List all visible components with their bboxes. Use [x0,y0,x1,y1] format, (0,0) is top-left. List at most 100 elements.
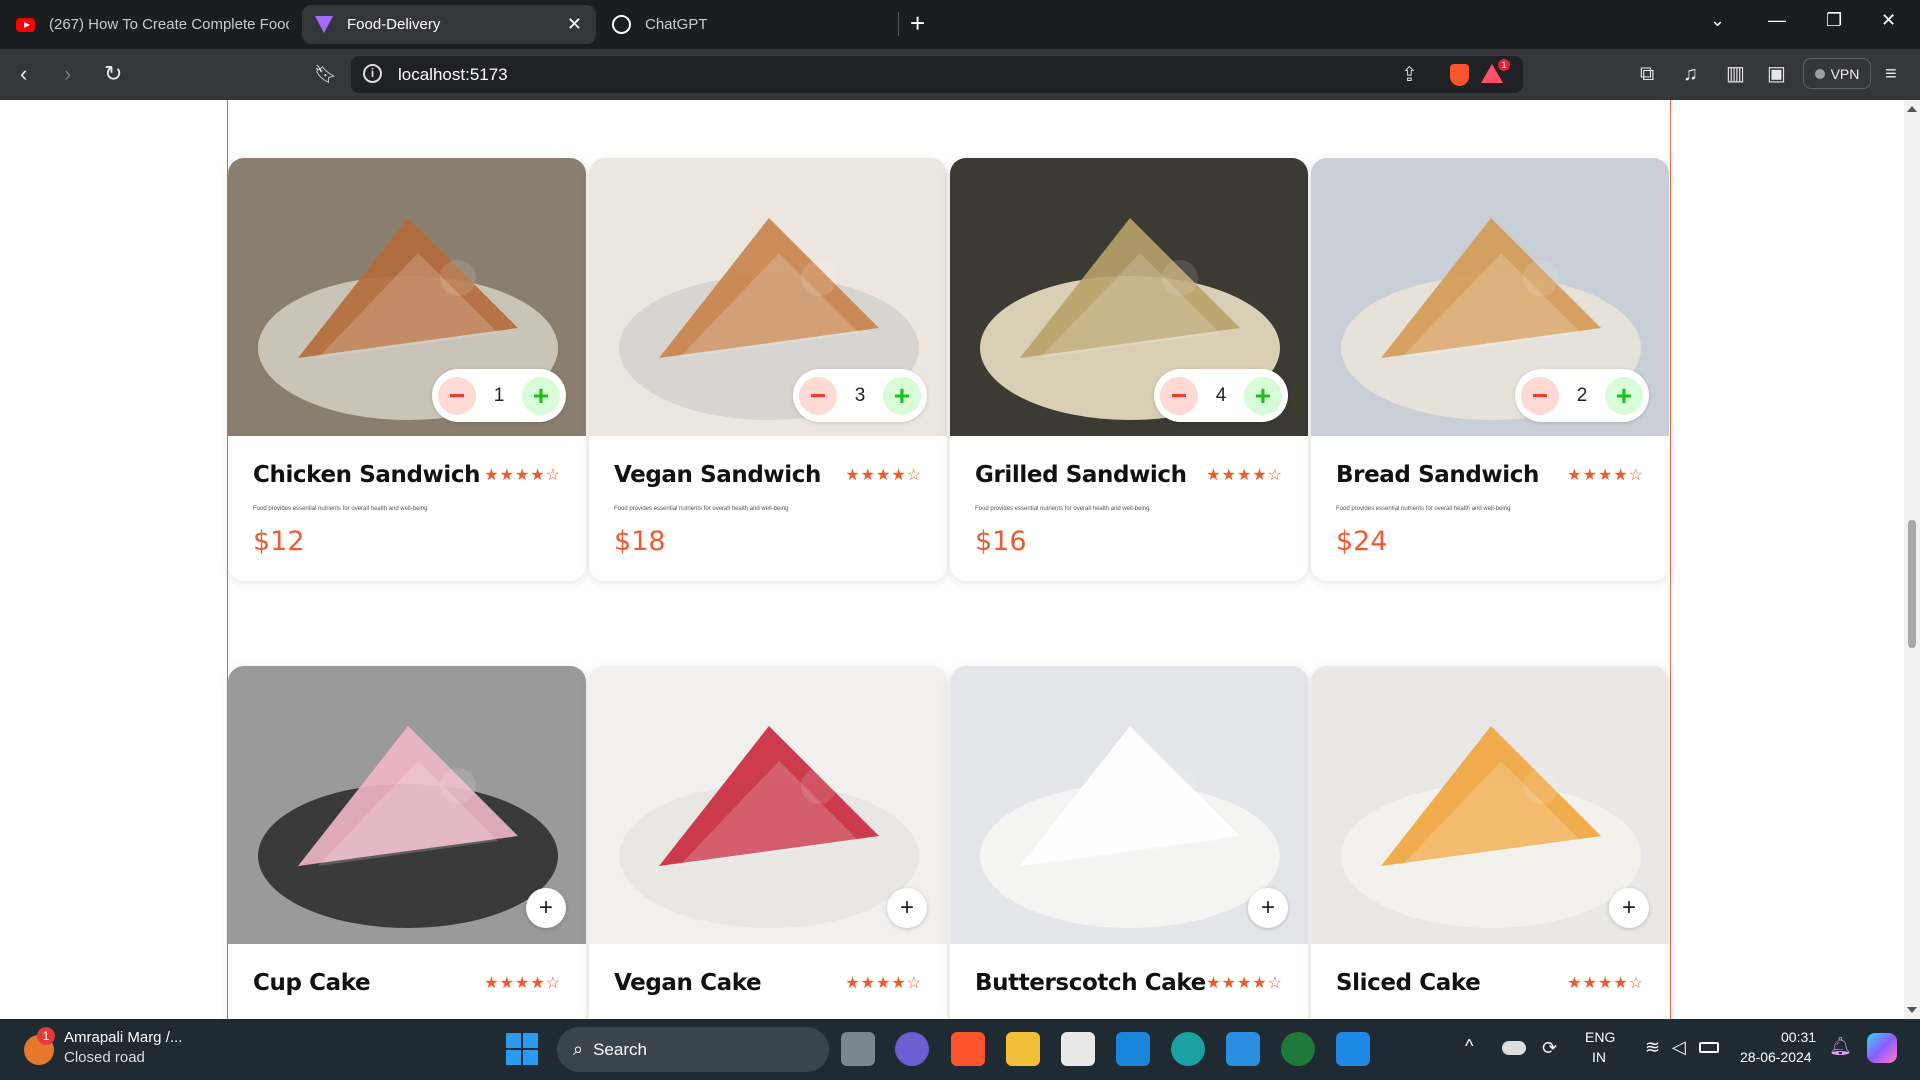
food-item-card: − 4 + Grilled Sandwich ★★★★☆ Food provid… [950,158,1308,581]
item-quantity-counter: − 4 + [1154,369,1288,422]
rating-stars-icon: ★★★★☆ [484,467,561,484]
tab-food-delivery[interactable]: Food-Delivery ✕ [302,5,596,44]
add-to-cart-button[interactable]: + [887,888,927,928]
mongodb-icon[interactable] [1281,1032,1315,1066]
media-icon[interactable]: ♫ [1683,61,1698,87]
share-icon[interactable]: ⇪ [1401,62,1418,87]
language-bottom[interactable]: IN [1592,1049,1606,1065]
onedrive-icon[interactable] [1502,1041,1526,1055]
tab-youtube[interactable]: (267) How To Create Complete Food [4,5,302,44]
add-to-cart-button[interactable]: + [1243,376,1282,415]
new-tab-button[interactable]: + [910,8,925,39]
brave-rewards-icon[interactable]: 1 [1481,59,1510,83]
file-explorer-icon[interactable] [1006,1032,1040,1066]
sync-icon[interactable]: ⟳ [1542,1038,1557,1059]
chat-icon[interactable] [895,1032,929,1066]
scroll-thumb[interactable] [1908,520,1916,648]
item-count: 1 [493,384,505,406]
start-icon[interactable] [506,1033,538,1065]
rating-stars-icon: ★★★★☆ [484,975,561,992]
vpn-status-icon [1814,68,1825,79]
remove-from-cart-button[interactable]: − [799,376,837,415]
brave-shield-icon[interactable] [1450,64,1469,86]
weather-subtitle: Closed road [64,1049,145,1066]
weather-title[interactable]: Amrapali Marg /... [64,1029,182,1046]
tab-title: (267) How To Create Complete Food [49,16,289,33]
site-info-icon[interactable]: i [363,64,382,83]
remove-from-cart-button[interactable]: − [438,376,476,415]
item-quantity-counter: − 2 + [1515,369,1649,422]
extensions-icon[interactable]: ⧉ [1640,61,1654,87]
back-icon[interactable]: ‹ [20,61,27,87]
store-icon[interactable] [1061,1032,1095,1066]
food-item-price: $12 [253,526,305,557]
battery-icon[interactable] [1699,1042,1719,1053]
food-item-image: + [228,666,586,944]
page-scrollbar[interactable] [1904,100,1920,1019]
food-item-name: Cup Cake [253,970,371,996]
brave-browser-icon[interactable] [951,1032,985,1066]
search-icon: ⌕ [573,1039,584,1059]
add-to-cart-button[interactable]: + [882,376,921,415]
volume-icon[interactable]: ◁ [1672,1037,1686,1058]
address-bar[interactable]: i localhost:5173 ⇪ 1 [351,56,1523,93]
item-quantity-counter: − 1 + [432,369,566,422]
vpn-button[interactable]: VPN [1803,58,1871,89]
food-display-container: − 1 + Chicken Sandwich ★★★★☆ Food provid… [227,100,1671,1019]
taskbar-search[interactable]: ⌕ Search [557,1027,829,1072]
scroll-down-icon[interactable] [1907,1007,1917,1013]
restore-button[interactable]: ❐ [1826,10,1842,31]
tab-search-icon[interactable]: ⌄ [1710,10,1725,31]
food-item-image: + [950,666,1308,944]
bookmark-icon[interactable]: 🔖︎ [314,61,337,87]
browser-tab-bar: (267) How To Create Complete Food Food-D… [0,0,1920,49]
close-window-button[interactable]: ✕ [1881,10,1896,31]
food-item-name: Grilled Sandwich [975,462,1187,488]
show-hidden-icons[interactable]: ^ [1465,1036,1473,1057]
remove-from-cart-button[interactable]: − [1521,376,1559,415]
food-item-card: + Vegan Cake ★★★★☆ [589,666,947,1019]
notification-bell-icon[interactable]: 🔔︎ [1829,1036,1852,1057]
wifi-icon[interactable]: ≋ [1645,1037,1660,1058]
close-tab-icon[interactable]: ✕ [567,14,582,35]
tab-title: ChatGPT [645,16,708,33]
copilot-icon[interactable] [1867,1033,1897,1063]
food-item-price: $18 [614,526,666,557]
rating-stars-icon: ★★★★☆ [845,975,922,992]
windows-taskbar: 1 Amrapali Marg /... Closed road ⌕ Searc… [0,1019,1920,1080]
clock-date[interactable]: 28-06-2024 [1740,1049,1812,1065]
vpn-label: VPN [1830,65,1860,82]
item-quantity-counter: − 3 + [793,369,927,422]
task-view-icon[interactable] [841,1032,875,1066]
chatgpt-icon [612,15,631,34]
wallet-icon[interactable]: ▣ [1767,61,1786,87]
add-to-cart-button[interactable]: + [521,376,560,415]
food-item-card: − 2 + Bread Sandwich ★★★★☆ Food provides… [1311,158,1669,581]
food-item-name: Sliced Cake [1336,970,1481,996]
scroll-up-icon[interactable] [1907,106,1917,112]
mail-icon[interactable] [1116,1032,1150,1066]
reload-icon[interactable]: ↻ [104,61,122,87]
food-item-image: − 1 + [228,158,586,436]
tab-chatgpt[interactable]: ChatGPT [600,5,890,44]
food-item-name: Chicken Sandwich [253,462,481,488]
remove-from-cart-button[interactable]: − [1160,376,1198,415]
forward-icon[interactable]: › [64,61,71,87]
add-to-cart-button[interactable]: + [1604,376,1643,415]
minimize-button[interactable]: — [1768,10,1786,31]
menu-icon[interactable]: ≡ [1885,61,1897,87]
edge-icon[interactable] [1171,1032,1205,1066]
tab-divider [898,12,899,36]
language-top[interactable]: ENG [1585,1029,1615,1045]
weather-badge: 1 [37,1027,55,1045]
food-item-description: Food provides essential nutrients for ov… [1336,506,1511,512]
clock-time[interactable]: 00:31 [1781,1029,1816,1045]
remote-desktop-icon[interactable] [1226,1032,1260,1066]
add-to-cart-button[interactable]: + [1248,888,1288,928]
vscode-icon[interactable] [1336,1032,1370,1066]
sidebar-icon[interactable]: ▥ [1726,61,1745,87]
food-item-name: Vegan Sandwich [614,462,821,488]
add-to-cart-button[interactable]: + [526,888,566,928]
add-to-cart-button[interactable]: + [1609,888,1649,928]
url-text[interactable]: localhost:5173 [398,65,508,85]
